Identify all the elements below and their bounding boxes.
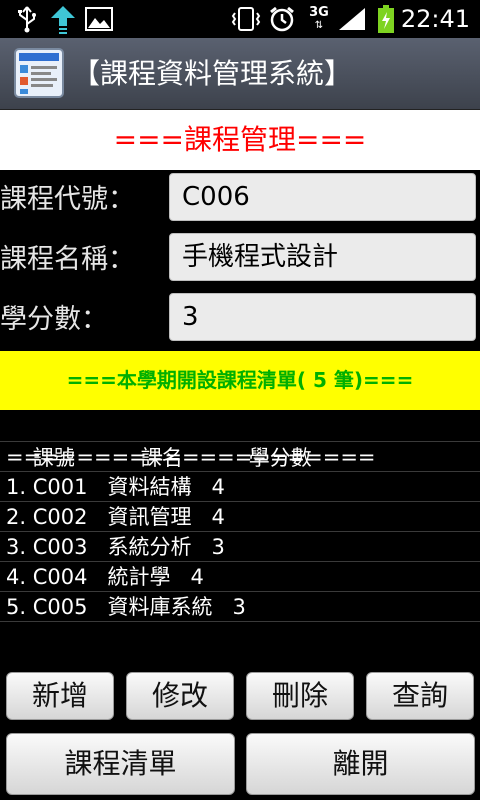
battery-charging-icon	[376, 4, 396, 34]
course-list-heading: ===本學期開設課程清單( 5 筆)===	[0, 351, 480, 410]
list-item[interactable]: 4. C004 統計學 4	[0, 562, 480, 592]
status-bar: 3G ⇅ 22:41	[0, 0, 480, 38]
course-list: 課號 課名 學分數 ===================== 1. C001 資料…	[0, 410, 480, 622]
3g-icon: 3G ⇅	[309, 5, 329, 32]
usb-icon	[14, 4, 40, 34]
signal-icon	[336, 4, 368, 34]
exit-button[interactable]: 離開	[246, 733, 475, 795]
course-name-label: 課程名稱：	[0, 244, 135, 275]
form-heading: ===課程管理===	[0, 110, 480, 170]
course-name-input[interactable]: 手機程式設計	[169, 233, 476, 281]
list-separator: =====================	[0, 442, 480, 472]
network-type-label: 3G	[309, 5, 329, 20]
credits-label: 學分數：	[0, 304, 108, 335]
app-title: 【課程資料管理系統】	[72, 57, 353, 90]
course-code-input[interactable]: C006	[169, 173, 476, 221]
upload-icon	[48, 4, 78, 34]
vibrate-icon	[230, 4, 262, 34]
credits-input[interactable]: 3	[169, 293, 476, 341]
course-form: 課程代號： C006 課程名稱： 手機程式設計 學分數： 3	[0, 170, 480, 350]
clock: 22:41	[400, 5, 470, 33]
credits-row: 學分數： 3	[0, 290, 480, 350]
course-code-label: 課程代號：	[0, 184, 135, 215]
list-item[interactable]: 1. C001 資料結構 4	[0, 472, 480, 502]
list-header: 課號 課名 學分數	[0, 410, 480, 470]
image-icon	[84, 4, 114, 34]
course-name-row: 課程名稱： 手機程式設計	[0, 230, 480, 290]
app-icon	[14, 48, 64, 98]
course-code-row: 課程代號： C006	[0, 170, 480, 230]
app-title-bar: 【課程資料管理系統】	[0, 38, 480, 110]
edit-button[interactable]: 修改	[126, 672, 234, 720]
add-button[interactable]: 新增	[6, 672, 114, 720]
delete-button[interactable]: 刪除	[246, 672, 354, 720]
list-item[interactable]: 2. C002 資訊管理 4	[0, 502, 480, 532]
course-list-button[interactable]: 課程清單	[6, 733, 235, 795]
list-item[interactable]: 5. C005 資料庫系統 3	[0, 592, 480, 622]
list-item[interactable]: 3. C003 系統分析 3	[0, 532, 480, 562]
query-button[interactable]: 查詢	[366, 672, 474, 720]
alarm-icon	[268, 4, 296, 34]
